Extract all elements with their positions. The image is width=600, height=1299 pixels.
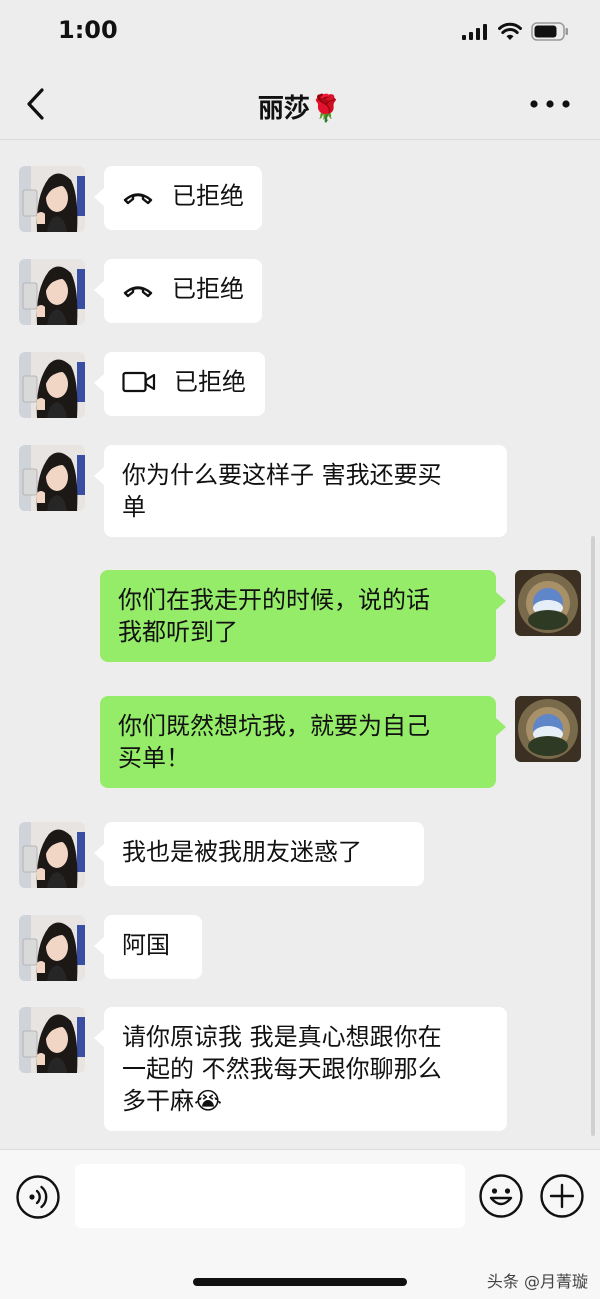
my-avatar[interactable]: [515, 696, 581, 762]
message-bubble[interactable]: 你们既然想坑我，就要为自己 买单！: [100, 696, 506, 788]
wifi-icon: [498, 22, 522, 40]
message-line: 你为什么要这样子 害我还要买: [122, 461, 442, 489]
video-camera-icon: [122, 371, 156, 393]
my-avatar[interactable]: [515, 570, 581, 636]
status-time: 1:00: [58, 16, 118, 44]
message-line: 你们既然想坑我，就要为自己: [118, 712, 430, 740]
call-record-bubble[interactable]: 已拒绝: [94, 259, 262, 323]
message-bubble[interactable]: 我也是被我朋友迷惑了: [94, 822, 424, 886]
message-line: 买单！: [118, 744, 190, 772]
message-list[interactable]: 已拒绝 已拒绝 已拒绝 你为什么要这样子 害我还要买 单 你们在我走开的时候，说…: [0, 141, 600, 1149]
chat-title: 丽莎🌹: [257, 94, 343, 124]
message-line: 我都听到了: [118, 618, 238, 646]
message-line: 请你原谅我 我是真心想跟你在: [122, 1023, 442, 1051]
message-bubble[interactable]: 请你原谅我 我是真心想跟你在 一起的 不然我每天跟你聊那么 多干麻😭: [94, 1007, 507, 1131]
emoji-icon[interactable]: [478, 1173, 524, 1219]
call-record-bubble[interactable]: 已拒绝: [94, 352, 265, 416]
home-indicator[interactable]: [193, 1278, 407, 1286]
contact-avatar[interactable]: [19, 822, 85, 888]
contact-avatar[interactable]: [19, 352, 85, 418]
message-bubble[interactable]: 阿国: [94, 915, 202, 979]
message-line: 你们在我走开的时候，说的话: [118, 586, 430, 614]
status-bar: 1:00: [0, 0, 600, 66]
phone-hangup-icon: [123, 286, 153, 298]
call-status-text: 已拒绝: [172, 182, 244, 210]
message-line: 一起的 不然我每天跟你聊那么: [122, 1055, 442, 1083]
call-record-bubble[interactable]: 已拒绝: [94, 166, 262, 230]
watermark: 头条 @月菁璇: [486, 1272, 588, 1291]
call-status-text: 已拒绝: [172, 275, 244, 303]
contact-avatar[interactable]: [19, 915, 85, 981]
more-dots-icon[interactable]: [528, 92, 572, 116]
nav-bar: 丽莎🌹: [0, 66, 600, 140]
phone-hangup-icon: [123, 193, 153, 205]
message-input[interactable]: [75, 1164, 465, 1228]
voice-input-icon[interactable]: [15, 1174, 61, 1220]
contact-avatar[interactable]: [19, 166, 85, 232]
message-line: 我也是被我朋友迷惑了: [122, 838, 362, 866]
message-line: 阿国: [122, 931, 170, 959]
input-bar: 头条 @月菁璇: [0, 1149, 600, 1299]
plus-icon[interactable]: [539, 1173, 585, 1219]
message-line: 多干麻😭: [122, 1087, 223, 1115]
chat-screen: 1:00 丽莎🌹 已拒绝 已拒绝 已拒绝 你为什么要这样子 害我还要买 单 你们…: [0, 0, 600, 1299]
contact-avatar[interactable]: [19, 259, 85, 325]
call-status-text: 已拒绝: [174, 368, 246, 396]
message-bubble[interactable]: 你们在我走开的时候，说的话 我都听到了: [100, 570, 506, 662]
contact-avatar[interactable]: [19, 445, 85, 511]
battery-icon: [531, 22, 568, 41]
contact-avatar[interactable]: [19, 1007, 85, 1073]
message-bubble[interactable]: 你为什么要这样子 害我还要买 单: [94, 445, 507, 537]
message-line: 单: [122, 493, 146, 521]
scrollbar[interactable]: [591, 536, 595, 1136]
cellular-signal-icon: [462, 24, 487, 40]
